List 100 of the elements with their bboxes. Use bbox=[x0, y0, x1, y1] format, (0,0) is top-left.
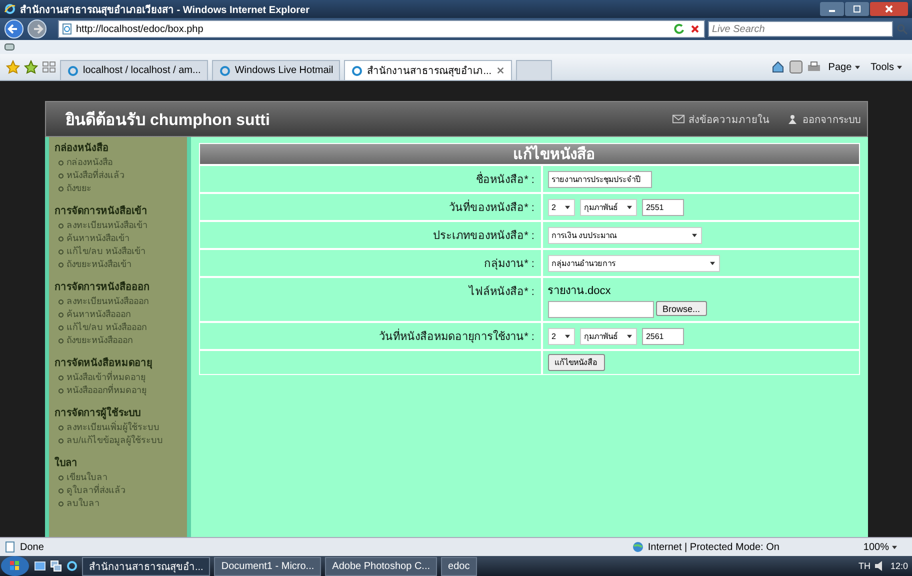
quick-tabs-icon[interactable] bbox=[42, 60, 56, 74]
favorites-star-icon[interactable] bbox=[6, 60, 20, 74]
bullet-icon bbox=[58, 438, 64, 444]
browser-logo-icon bbox=[67, 64, 79, 76]
input-field[interactable]: รายงานการประชุมประจำปี bbox=[548, 170, 652, 188]
bullet-icon bbox=[58, 262, 64, 268]
file-name: รายงาน.docx bbox=[548, 284, 612, 299]
browser-tab[interactable]: Windows Live Hotmail bbox=[212, 60, 340, 80]
header-link[interactable]: ออกจากระบบ bbox=[786, 112, 860, 126]
bullet-icon bbox=[58, 424, 64, 430]
search-icon bbox=[896, 23, 908, 35]
caret-icon bbox=[564, 334, 571, 338]
browser-logo-icon bbox=[218, 64, 231, 76]
bullet-icon bbox=[58, 160, 64, 166]
file-input-field[interactable] bbox=[548, 301, 654, 318]
field-label: ประเภทของหนังสือ* : bbox=[433, 230, 534, 242]
address-bar[interactable]: http://localhost/edoc/box.php bbox=[58, 20, 705, 38]
browse-button[interactable]: Browse... bbox=[656, 301, 708, 316]
close-button[interactable] bbox=[870, 2, 908, 16]
taskbar-button[interactable]: Adobe Photoshop C... bbox=[325, 556, 438, 576]
add-favorites-icon[interactable] bbox=[24, 60, 38, 74]
sidebar-heading: การจัดการหนังสือออก bbox=[54, 280, 150, 295]
bullet-icon bbox=[58, 374, 64, 380]
minimize-button[interactable] bbox=[820, 2, 844, 16]
sidebar-heading: ใบลา bbox=[54, 456, 78, 471]
command-menu-button[interactable]: Tools bbox=[868, 62, 906, 72]
back-button[interactable] bbox=[4, 19, 24, 39]
sidebar-heading: การจัดหนังสือหมดอายุ bbox=[54, 356, 154, 370]
submit-button[interactable]: แก้ไขหนังสือ bbox=[548, 354, 604, 371]
caret-icon bbox=[626, 204, 633, 210]
input-field[interactable]: 2561 bbox=[642, 328, 684, 344]
maximize-button[interactable] bbox=[845, 2, 869, 16]
field-label: ชื่อหนังสือ* : bbox=[476, 174, 534, 186]
address-text: http://localhost/edoc/box.php bbox=[76, 24, 204, 34]
search-field[interactable]: Live Search bbox=[708, 21, 893, 37]
form-title: แก้ไขหนังสือ bbox=[200, 144, 858, 164]
taskbar-button[interactable]: สำนักงานสาธารณสุขอำ... bbox=[82, 556, 210, 576]
language-indicator[interactable]: TH bbox=[858, 561, 870, 571]
browser-logo-icon bbox=[4, 3, 16, 15]
bullet-icon bbox=[58, 338, 64, 344]
stop-button[interactable] bbox=[689, 23, 701, 35]
page-icon bbox=[62, 23, 72, 35]
field-label: กลุ่มงาน* : bbox=[484, 258, 534, 270]
command-menu-button[interactable]: Page bbox=[825, 62, 864, 72]
start-button[interactable] bbox=[0, 556, 30, 576]
dropdown[interactable]: กลุ่มงานอำนวยการ bbox=[548, 254, 720, 272]
caret-icon bbox=[626, 334, 633, 338]
dropdown[interactable]: กุมภาพันธ์ bbox=[580, 198, 637, 216]
window-title: สำนักงานสาธารณสุขอำเภอเวียงสา - Windows Internet Explorer bbox=[20, 3, 310, 16]
clock[interactable]: 12:0 bbox=[890, 561, 908, 571]
sidebar-heading: กล่องหนังสือ bbox=[54, 141, 110, 156]
bullet-icon bbox=[58, 248, 64, 254]
browser-tab[interactable]: สำนักงานสาธารณสุขอำเภ... bbox=[344, 60, 512, 80]
bullet-icon bbox=[58, 324, 64, 330]
maximize-icon bbox=[852, 4, 862, 14]
bullet-icon bbox=[58, 186, 64, 192]
bullet-icon bbox=[58, 298, 64, 304]
printer-icon[interactable] bbox=[807, 60, 822, 74]
caret-icon bbox=[854, 64, 861, 70]
sidebar-heading: การจัดการผู้ใช้ระบบ bbox=[54, 406, 142, 420]
forward-button[interactable] bbox=[27, 19, 47, 39]
caret-icon bbox=[896, 64, 903, 70]
sidebar-heading: การจัดการหนังสือเข้า bbox=[54, 204, 148, 219]
field-label: ไฟล์หนังสือ* : bbox=[469, 286, 534, 298]
bullet-icon bbox=[58, 488, 64, 494]
dropdown[interactable]: 2 bbox=[548, 328, 575, 344]
close-tab-icon[interactable] bbox=[496, 66, 505, 75]
zoom-level[interactable]: 100% bbox=[863, 542, 908, 552]
taskbar-button[interactable]: edoc bbox=[441, 556, 477, 576]
home-icon[interactable] bbox=[771, 60, 786, 74]
security-zone-text: Internet | Protected Mode: On bbox=[648, 542, 780, 552]
header-link[interactable]: ส่งข้อความภายใน bbox=[672, 112, 770, 126]
refresh-button[interactable] bbox=[673, 23, 685, 35]
input-field[interactable]: 2551 bbox=[642, 198, 684, 216]
page-icon bbox=[4, 541, 16, 553]
dropdown[interactable]: กุมภาพันธ์ bbox=[580, 328, 637, 344]
browser-logo-icon[interactable] bbox=[66, 560, 78, 572]
bullet-icon bbox=[58, 388, 64, 394]
envelope-icon bbox=[672, 114, 684, 124]
browser-logo-icon bbox=[351, 64, 364, 76]
dropdown[interactable]: 2 bbox=[548, 198, 575, 216]
welcome-heading: ยินดีต้อนรับ chumphon sutti bbox=[66, 110, 270, 130]
close-icon bbox=[884, 4, 894, 14]
figure-icon bbox=[786, 114, 798, 124]
caret-icon bbox=[708, 260, 716, 266]
bullet-icon bbox=[58, 474, 64, 480]
caret-icon bbox=[891, 544, 898, 550]
taskbar-button[interactable]: Document1 - Micro... bbox=[214, 556, 322, 576]
bullet-icon bbox=[58, 312, 64, 318]
field-label: วันที่ของหนังสือ* : bbox=[449, 202, 534, 214]
caret-icon bbox=[690, 232, 698, 238]
field-label: วันที่หนังสือหมดอายุการใช้งาน* : bbox=[379, 331, 534, 343]
browser-tab[interactable]: localhost / localhost / am... bbox=[60, 60, 208, 80]
caret-icon bbox=[564, 204, 571, 210]
dropdown[interactable]: การเงิน งบประมาณ bbox=[548, 226, 702, 244]
bullet-icon bbox=[58, 172, 64, 178]
desktop-icon[interactable] bbox=[34, 560, 46, 572]
bullet-icon bbox=[58, 222, 64, 228]
bullet-icon bbox=[58, 236, 64, 242]
windows-icon[interactable] bbox=[50, 560, 62, 572]
